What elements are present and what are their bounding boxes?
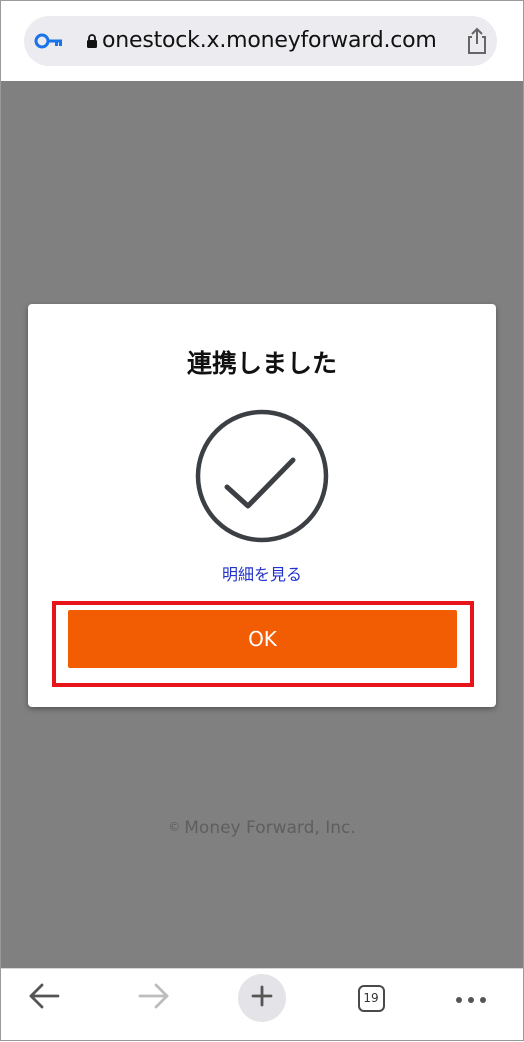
tab-count-badge: 19 (357, 984, 385, 1012)
copyright-mark: © (168, 820, 181, 834)
arrow-left-icon (28, 983, 60, 1013)
ok-button[interactable]: OK (68, 610, 457, 668)
browser-toolbar: 19 (0, 968, 524, 1042)
copyright-notice: © Money Forward, Inc. (0, 815, 524, 840)
share-icon[interactable] (464, 26, 490, 56)
url-field[interactable]: onestock.x.moneyforward.com (24, 16, 497, 66)
modal-backdrop: 連携しました 明細を見る OK © Money Forward, Inc. (0, 81, 524, 968)
check-circle-icon (194, 408, 330, 544)
copyright-text: Money Forward, Inc. (184, 818, 356, 838)
dialog-title: 連携しました (186, 349, 337, 378)
link-complete-dialog: 連携しました 明細を見る OK (28, 304, 496, 707)
forward-button[interactable] (130, 969, 178, 1027)
back-button[interactable] (20, 969, 68, 1027)
browser-address-bar: onestock.x.moneyforward.com (0, 0, 524, 81)
more-menu-button[interactable] (446, 969, 496, 1027)
tab-switcher-button[interactable]: 19 (348, 969, 394, 1027)
new-tab-circle (238, 974, 286, 1022)
plus-icon (251, 985, 273, 1011)
key-icon[interactable] (34, 31, 64, 51)
ellipsis-icon (455, 989, 487, 1008)
view-details-link[interactable]: 明細を見る (28, 564, 496, 586)
lock-icon (86, 33, 98, 49)
new-tab-button[interactable] (236, 969, 288, 1027)
arrow-right-icon (138, 983, 170, 1013)
url-text: onestock.x.moneyforward.com (102, 28, 437, 53)
